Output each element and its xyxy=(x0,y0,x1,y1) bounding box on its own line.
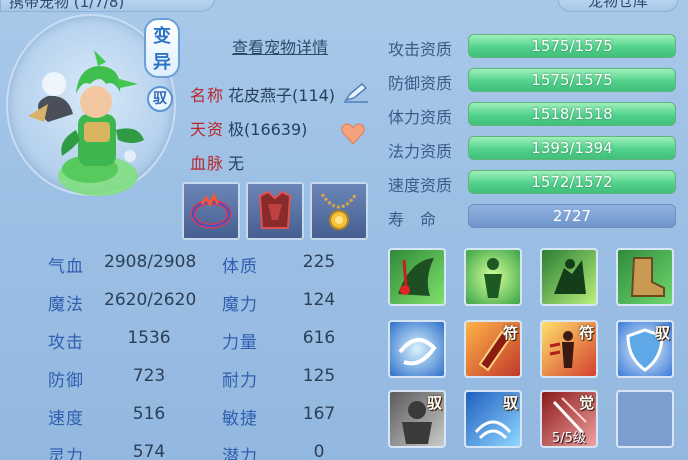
stat-label: 灵力 xyxy=(48,447,84,460)
lifespan-bar: 2727 xyxy=(468,204,676,228)
view-pet-details-link[interactable]: 查看宠物详情 xyxy=(232,34,328,58)
skill-tag: 符 xyxy=(578,324,594,342)
pet-panel: 携带宠物 (1/7/8) 宠物仓库 变异 驭 查看宠物详情 名称 花皮燕子(11… xyxy=(0,0,688,460)
boot-skill-icon xyxy=(630,257,665,297)
aptitude-bar: 1575/1575 xyxy=(468,68,676,92)
skill-slot-5[interactable] xyxy=(388,320,446,378)
stat-label: 速度 xyxy=(48,409,84,429)
aptitude-label: 法力资质 xyxy=(388,142,453,161)
aptitude-row-speed: 速度资质 1572/1572 xyxy=(382,166,688,200)
rename-pencil-icon[interactable] xyxy=(342,80,370,104)
warrior-shield-skill-icon xyxy=(554,259,586,294)
skill-level: 5/5级 xyxy=(552,431,586,446)
pet-talent-label: 天资 xyxy=(190,120,225,139)
stat-row-attack: 攻击 1536 力量 616 xyxy=(0,320,380,358)
stat-value: 723 xyxy=(132,366,166,386)
aptitude-bar: 1393/1394 xyxy=(468,136,676,160)
stat-row-speed: 速度 516 敏捷 167 xyxy=(0,396,380,434)
stat-label: 潜力 xyxy=(222,447,258,460)
necklace-equipment-icon xyxy=(320,193,358,230)
stat-value: 167 xyxy=(302,404,336,424)
pet-bloodline-value: 无 xyxy=(228,154,245,173)
lifespan-row: 寿 命 2727 xyxy=(382,200,688,234)
pet-name-row: 名称 花皮燕子(114) xyxy=(190,82,335,106)
stat-value: 616 xyxy=(302,328,336,348)
stat-value: 2620/2620 xyxy=(104,290,197,310)
skill-slot-11[interactable]: 觉 5/5级 xyxy=(540,390,598,448)
stat-value: 2908/2908 xyxy=(104,252,197,272)
stat-label: 气血 xyxy=(48,257,84,277)
stat-row-hp: 气血 2908/2908 体质 225 xyxy=(0,244,380,282)
stat-value: 574 xyxy=(132,442,166,460)
stat-value: 0 xyxy=(313,442,325,460)
skill-tag: 觉 xyxy=(578,394,594,412)
skill-slot-4[interactable] xyxy=(616,248,674,306)
stat-row-defense: 防御 723 耐力 125 xyxy=(0,358,380,396)
skill-tag: 驭 xyxy=(426,394,442,412)
pet-name-label: 名称 xyxy=(190,86,225,105)
equipment-slot-1[interactable] xyxy=(182,182,240,240)
aptitude-panel: 攻击资质 1575/1575 防御资质 1575/1575 体力资质 1518/… xyxy=(382,0,688,460)
aptitude-bar: 1572/1572 xyxy=(468,170,676,194)
skill-slot-empty[interactable] xyxy=(616,390,674,448)
pet-info-panel: 变异 驭 查看宠物详情 名称花皮燕子(114) 天资极(16639) 血脉无 xyxy=(0,10,380,460)
pet-bloodline-label: 血脉 xyxy=(190,154,225,173)
stat-label: 魔法 xyxy=(48,295,84,315)
armor-equipment-icon xyxy=(258,190,292,229)
stat-value: 225 xyxy=(302,252,336,272)
pet-name-value: 花皮燕子(114) xyxy=(228,86,336,105)
skill-slot-8[interactable]: 驭 xyxy=(616,320,674,378)
skill-slot-2[interactable] xyxy=(464,248,522,306)
tamed-badge: 驭 xyxy=(147,86,173,112)
skill-slot-7[interactable]: 符 xyxy=(540,320,598,378)
stat-row-mp: 魔法 2620/2620 魔力 124 xyxy=(0,282,380,320)
skill-slot-10[interactable]: 驭 xyxy=(464,390,522,448)
aptitude-label: 攻击资质 xyxy=(388,40,453,59)
stat-label: 体质 xyxy=(222,257,258,277)
stat-value: 1536 xyxy=(127,328,171,348)
aptitude-row-attack: 攻击资质 1575/1575 xyxy=(382,30,688,64)
stat-label: 敏捷 xyxy=(222,409,258,429)
skill-tag: 驭 xyxy=(502,394,518,412)
pet-bloodline-row: 血脉无 xyxy=(190,150,244,174)
aptitude-row-defense: 防御资质 1575/1575 xyxy=(382,64,688,98)
stat-label: 耐力 xyxy=(222,371,258,391)
aptitude-label: 体力资质 xyxy=(388,108,453,127)
equipment-slot-2[interactable] xyxy=(246,182,304,240)
skill-tag: 驭 xyxy=(654,324,670,342)
lifespan-label: 寿 命 xyxy=(388,210,437,229)
stat-label: 力量 xyxy=(222,333,258,353)
pet-talent-value: 极(16639) xyxy=(228,120,308,139)
skill-slot-9[interactable]: 驭 xyxy=(388,390,446,448)
mutation-badge: 变异 xyxy=(144,18,180,78)
aptitude-row-stamina: 体力资质 1518/1518 xyxy=(382,98,688,132)
aptitude-label: 防御资质 xyxy=(388,74,453,93)
stat-label: 攻击 xyxy=(48,333,84,353)
pet-talent-row: 天资 极(16639) xyxy=(190,116,307,140)
skill-slot-3[interactable] xyxy=(540,248,598,306)
stat-value: 124 xyxy=(302,290,336,310)
stat-value: 516 xyxy=(132,404,166,424)
stat-row-spirit: 灵力 574 潜力 0 xyxy=(0,434,380,460)
stat-value: 125 xyxy=(302,366,336,386)
glowing-figure-skill-icon xyxy=(484,258,502,298)
skill-slot-1[interactable] xyxy=(388,248,446,306)
stat-label: 防御 xyxy=(48,371,84,391)
blood-claw-skill-icon xyxy=(398,258,434,296)
ring-equipment-icon xyxy=(190,192,232,229)
skill-slot-6[interactable]: 符 xyxy=(464,320,522,378)
equipment-slot-3[interactable] xyxy=(310,182,368,240)
stat-label: 魔力 xyxy=(222,295,258,315)
aptitude-bar: 1575/1575 xyxy=(468,34,676,58)
aptitude-row-magic: 法力资质 1393/1394 xyxy=(382,132,688,166)
heart-icon[interactable] xyxy=(340,122,366,146)
skill-tag: 符 xyxy=(502,324,518,342)
aptitude-label: 速度资质 xyxy=(388,176,453,195)
ice-swirl-skill-icon xyxy=(398,338,437,366)
aptitude-bar: 1518/1518 xyxy=(468,102,676,126)
